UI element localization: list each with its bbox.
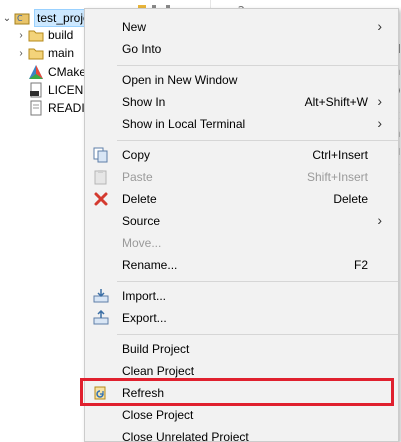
menu-item-move[interactable]: Move... <box>85 232 398 254</box>
menu-item-label: Open in New Window <box>122 73 238 87</box>
menu-separator <box>117 281 398 282</box>
menu-separator <box>117 140 398 141</box>
menu-separator <box>117 65 398 66</box>
menu-item-paste[interactable]: Paste Shift+Insert <box>85 166 398 188</box>
menu-item-delete[interactable]: Delete Delete <box>85 188 398 210</box>
menu-item-show-in[interactable]: Show In Alt+Shift+W › <box>85 91 398 113</box>
menu-item-label: Source <box>122 214 161 228</box>
toolbar-icons <box>138 0 198 10</box>
menu-item-label: Close Project <box>122 408 194 422</box>
menu-item-import[interactable]: Import... <box>85 285 398 307</box>
menu-item-shortcut: Alt+Shift+W <box>304 95 368 109</box>
export-icon <box>93 310 109 326</box>
chevron-right-icon[interactable]: › <box>14 30 28 41</box>
menu-item-label: Close Unrelated Project <box>122 430 249 441</box>
menu-item-label: Export... <box>122 311 167 325</box>
menu-item-label: Import... <box>122 289 167 303</box>
menu-item-shortcut: F2 <box>353 258 368 272</box>
menu-item-shortcut: Shift+Insert <box>306 170 368 184</box>
menu-item-label: Build Project <box>122 342 190 356</box>
menu-item-build-project[interactable]: Build Project <box>85 338 398 360</box>
menu-item-rename[interactable]: Rename... F2 <box>85 254 398 276</box>
menu-item-label: Paste <box>122 170 153 184</box>
tree-item-label: main <box>48 46 75 60</box>
copy-icon <box>93 147 109 163</box>
menu-item-show-local-terminal[interactable]: Show in Local Terminal › <box>85 113 398 135</box>
menu-item-label: Show In <box>122 95 166 109</box>
menu-item-label: New <box>122 20 147 34</box>
delete-icon <box>93 191 109 207</box>
tree-item-cmake[interactable]: CMake <box>28 62 86 82</box>
svg-text:C: C <box>17 14 23 23</box>
tree-item-license[interactable]: LICEN <box>28 80 83 100</box>
menu-item-open-new-window[interactable]: Open in New Window <box>85 69 398 91</box>
tree-item-label: build <box>48 28 74 42</box>
tree-item-label: CMake <box>48 65 87 79</box>
menu-item-close-project[interactable]: Close Project <box>85 404 398 426</box>
cmake-icon <box>28 64 44 80</box>
menu-item-export[interactable]: Export... <box>85 307 398 329</box>
context-menu: New › Go Into Open in New Window Show In… <box>84 8 399 442</box>
import-icon <box>93 288 109 304</box>
paste-icon <box>93 169 109 185</box>
tree-item-label: READI <box>48 101 85 115</box>
menu-item-shortcut: Ctrl+Insert <box>312 148 368 162</box>
menu-item-label: Delete <box>122 192 157 206</box>
menu-item-new[interactable]: New › <box>85 16 398 38</box>
file-icon <box>28 100 44 116</box>
highlight-box <box>80 378 394 406</box>
menu-item-label: Clean Project <box>122 364 195 378</box>
tree-item-label: LICEN <box>48 83 84 97</box>
file-icon <box>28 82 44 98</box>
tree-item-readme[interactable]: READI <box>28 98 85 118</box>
submenu-arrow-icon: › <box>377 212 382 228</box>
menu-item-label: Copy <box>122 148 151 162</box>
tree-item-build[interactable]: › build <box>14 25 73 45</box>
menu-item-label: Rename... <box>122 258 178 272</box>
menu-item-label: Go Into <box>122 42 162 56</box>
submenu-arrow-icon: › <box>377 115 382 131</box>
project-folder-icon: C <box>14 10 30 26</box>
menu-item-label: Move... <box>122 236 162 250</box>
chevron-right-icon[interactable]: › <box>14 48 28 59</box>
menu-item-label: Show in Local Terminal <box>122 117 246 131</box>
folder-icon <box>28 45 44 61</box>
menu-item-shortcut: Delete <box>333 192 368 206</box>
menu-separator <box>117 334 398 335</box>
folder-icon <box>28 27 44 43</box>
chevron-down-icon[interactable]: ⌄ <box>0 13 14 24</box>
menu-item-source[interactable]: Source › <box>85 210 398 232</box>
tree-item-main[interactable]: › main <box>14 43 74 63</box>
menu-item-go-into[interactable]: Go Into <box>85 38 398 60</box>
submenu-arrow-icon: › <box>377 18 382 34</box>
menu-item-copy[interactable]: Copy Ctrl+Insert <box>85 144 398 166</box>
submenu-arrow-icon: › <box>377 93 382 109</box>
